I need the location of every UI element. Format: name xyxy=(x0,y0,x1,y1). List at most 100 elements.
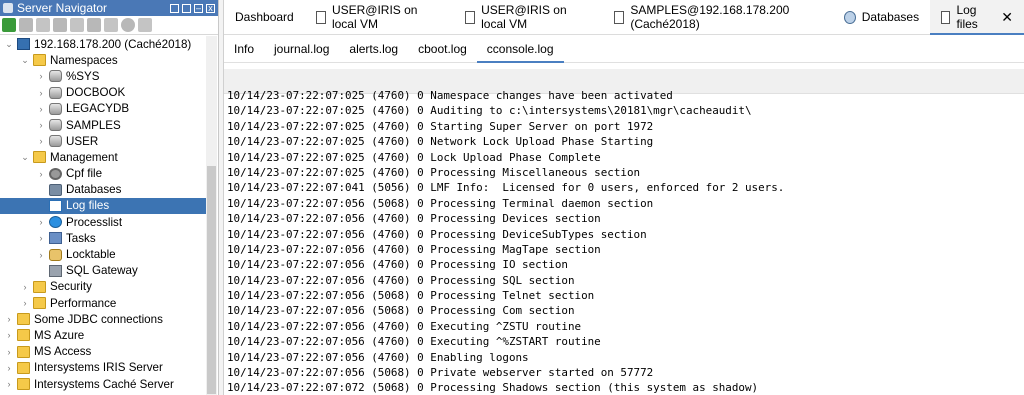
tree-item[interactable]: › USER xyxy=(0,133,206,149)
tree-item-label: Performance xyxy=(50,296,117,310)
stop-icon[interactable] xyxy=(121,18,135,32)
tree-item-label: Management xyxy=(50,150,118,164)
connect-icon[interactable] xyxy=(19,18,33,32)
tab-user-iris-on-local-vm[interactable]: USER@IRIS on local VM xyxy=(454,0,603,34)
collapsed-chevron-icon[interactable]: › xyxy=(36,233,46,243)
tab-samples-192-168-178-200-cach-2018-[interactable]: SAMPLES@192.168.178.200 (Caché2018) xyxy=(603,0,833,34)
tree-item[interactable]: Databases xyxy=(0,182,206,198)
collapsed-chevron-icon[interactable]: › xyxy=(20,282,30,292)
close-panel-icon[interactable]: x xyxy=(206,3,215,13)
subtab-cconsole-log[interactable]: cconsole.log xyxy=(476,35,564,63)
tasks-icon xyxy=(49,232,62,245)
tree-item-label: MS Azure xyxy=(34,328,85,342)
tree-item[interactable]: › Cpf file xyxy=(0,166,206,182)
log-line: 10/14/23-07:22:07:056 (4760) 0 Processin… xyxy=(227,242,601,256)
log-file-tabs: Info journal.log alerts.log cboot.log cconso… xyxy=(224,35,1024,63)
database-icon xyxy=(49,102,62,115)
tab-dashboard[interactable]: Dashboard xyxy=(224,0,305,34)
tree-item[interactable]: ⌄ 192.168.178.200 (Caché2018) xyxy=(0,36,206,52)
collapsed-chevron-icon[interactable]: › xyxy=(36,88,46,98)
database-icon xyxy=(49,135,62,148)
tab-label: SAMPLES@192.168.178.200 (Caché2018) xyxy=(630,3,790,31)
tree-item[interactable]: › Processlist xyxy=(0,214,206,230)
collapsed-chevron-icon[interactable]: › xyxy=(36,217,46,227)
folder-icon xyxy=(17,329,30,342)
collapsed-chevron-icon[interactable]: › xyxy=(36,250,46,260)
log-line: 10/14/23-07:22:07:025 (4760) 0 Namespace… xyxy=(227,89,673,102)
tree-item[interactable]: › Performance xyxy=(0,295,206,311)
collapsed-chevron-icon[interactable]: › xyxy=(4,314,14,324)
properties-icon[interactable] xyxy=(104,18,118,32)
databases-icon xyxy=(49,183,62,196)
log-line: 10/14/23-07:22:07:072 (5068) 0 Processin… xyxy=(227,381,759,395)
edit-icon[interactable] xyxy=(53,18,67,32)
tree-item[interactable]: › Tasks xyxy=(0,230,206,246)
subtab-cboot-log[interactable]: cboot.log xyxy=(408,35,477,62)
navigator-scrollbar[interactable] xyxy=(206,36,217,395)
tab-user-iris-on-local-vm[interactable]: USER@IRIS on local VM xyxy=(305,0,454,34)
tree-item-label: Namespaces xyxy=(50,53,118,67)
collapsed-chevron-icon[interactable]: › xyxy=(36,169,46,179)
collapsed-chevron-icon[interactable]: › xyxy=(20,298,30,308)
navigator-tree: ⌄ 192.168.178.200 (Caché2018) ⌄ Namespaces ›… xyxy=(0,36,206,395)
scrollbar-thumb[interactable] xyxy=(207,166,216,394)
collapsed-chevron-icon[interactable]: › xyxy=(4,363,14,373)
collapsed-chevron-icon[interactable]: › xyxy=(36,120,46,130)
tree-item[interactable]: › Security xyxy=(0,279,206,295)
sql-gateway-icon xyxy=(49,264,62,277)
log-line: 10/14/23-07:22:07:056 (4760) 0 Executing… xyxy=(227,335,601,349)
copy-icon[interactable] xyxy=(70,18,84,32)
expanded-chevron-icon[interactable]: ⌄ xyxy=(20,55,30,66)
tree-item[interactable]: Log files xyxy=(0,197,206,215)
lock-icon xyxy=(49,248,62,261)
tree-item[interactable]: › DOCBOOK xyxy=(0,85,206,101)
tree-item[interactable]: › Locktable xyxy=(0,246,206,262)
tree-item-label: Locktable xyxy=(66,248,116,262)
tree-item-label: Tasks xyxy=(66,231,96,245)
collapsed-chevron-icon[interactable]: › xyxy=(4,330,14,340)
collapsed-chevron-icon[interactable]: › xyxy=(36,136,46,146)
subtab-info[interactable]: Info xyxy=(224,35,264,62)
tree-item[interactable]: › SAMPLES xyxy=(0,117,206,133)
tab-databases[interactable]: Databases xyxy=(833,0,930,34)
log-content: 10/14/23-07:22:07:025 (4760) 0 Namespace… xyxy=(227,88,1017,395)
tree-item[interactable]: SQL Gateway xyxy=(0,263,206,279)
tree-item[interactable]: › Intersystems Caché Server xyxy=(0,376,206,392)
collapsed-chevron-icon[interactable]: › xyxy=(36,104,46,114)
close-tab-icon[interactable]: ✕ xyxy=(1001,9,1013,26)
tree-item[interactable]: › Intersystems IRIS Server xyxy=(0,360,206,376)
maximize-icon[interactable] xyxy=(182,3,191,13)
tree-item-label: 192.168.178.200 (Caché2018) xyxy=(34,37,192,51)
tree-item[interactable]: › LEGACYDB xyxy=(0,101,206,117)
new-folder-icon[interactable] xyxy=(36,18,50,32)
tree-item[interactable]: › MS Azure xyxy=(0,327,206,343)
expanded-chevron-icon[interactable]: ⌄ xyxy=(4,39,14,50)
tree-item-label: Log files xyxy=(66,199,110,213)
tree-item[interactable]: ⌄ Namespaces xyxy=(0,52,206,68)
collapsed-chevron-icon[interactable]: › xyxy=(36,71,46,81)
tree-item-label: Cpf file xyxy=(66,167,103,181)
subtab-journal-log[interactable]: journal.log xyxy=(264,35,339,62)
tree-item-label: Some JDBC connections xyxy=(34,312,163,326)
tree-item[interactable]: › Some JDBC connections xyxy=(0,311,206,327)
delete-icon[interactable] xyxy=(138,18,152,32)
collapsed-chevron-icon[interactable]: › xyxy=(4,347,14,357)
tab-label: USER@IRIS on local VM xyxy=(481,3,567,31)
expanded-chevron-icon[interactable]: ⌄ xyxy=(20,152,30,163)
restore-icon[interactable] xyxy=(170,3,179,13)
database-icon xyxy=(49,86,62,99)
collapsed-chevron-icon[interactable]: › xyxy=(4,379,14,389)
tab-label: Databases xyxy=(861,10,920,24)
tab-log-files[interactable]: Log files ✕ xyxy=(930,0,1024,35)
server-icon xyxy=(17,38,30,51)
tree-item[interactable]: › %SYS xyxy=(0,68,206,84)
log-line: 10/14/23-07:22:07:056 (5068) 0 Processin… xyxy=(227,196,654,210)
tree-item[interactable]: ⌄ Management xyxy=(0,149,206,165)
log-line: 10/14/23-07:22:07:056 (4760) 0 Processin… xyxy=(227,227,647,241)
document-icon xyxy=(464,10,476,24)
paste-icon[interactable] xyxy=(87,18,101,32)
minimize-icon[interactable]: – xyxy=(194,3,203,13)
tree-item[interactable]: › MS Access xyxy=(0,344,206,360)
refresh-icon[interactable] xyxy=(2,18,16,32)
subtab-alerts-log[interactable]: alerts.log xyxy=(339,35,408,62)
